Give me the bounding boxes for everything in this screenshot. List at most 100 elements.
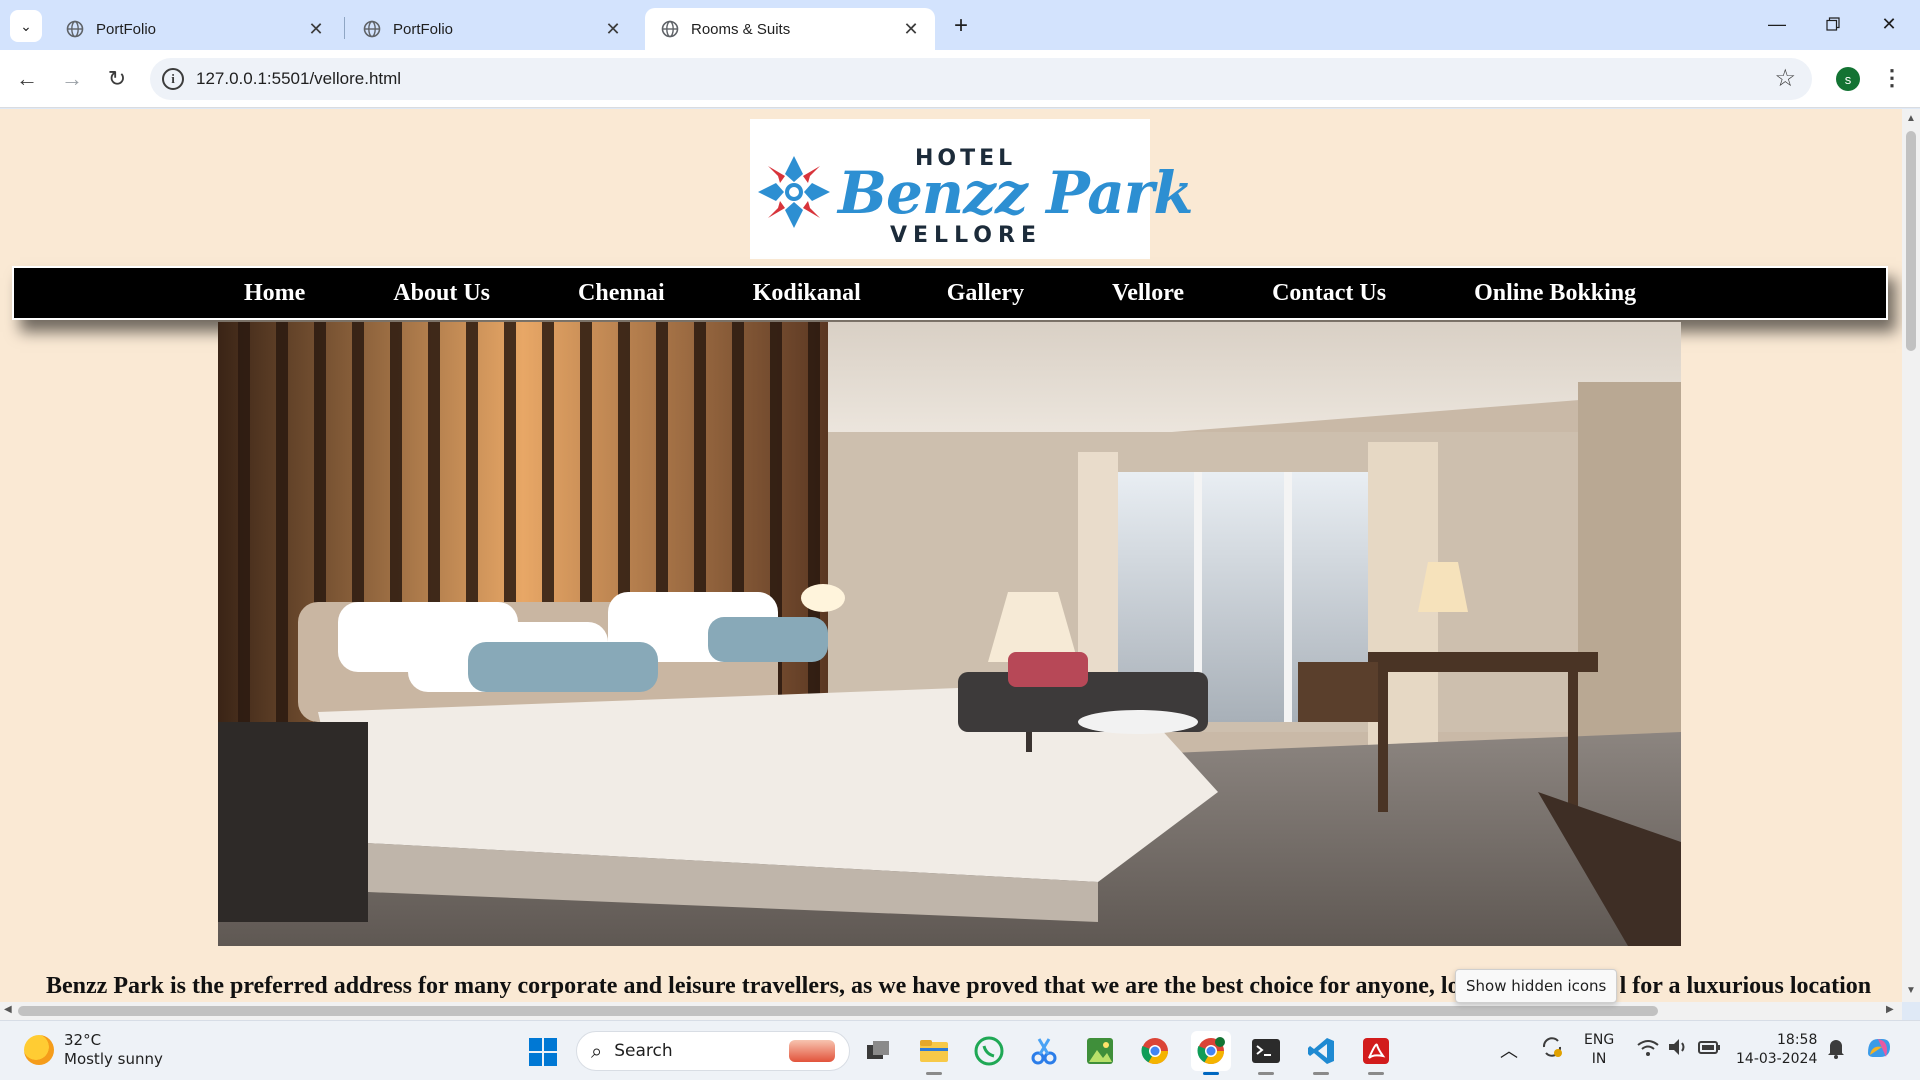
- back-button[interactable]: ←: [10, 62, 44, 96]
- globe-icon: [363, 20, 381, 38]
- forward-button[interactable]: →: [55, 62, 89, 96]
- running-indicator: [1258, 1072, 1274, 1075]
- globe-icon: [66, 20, 84, 38]
- sync-icon[interactable]: [1540, 1035, 1564, 1063]
- scroll-down-icon[interactable]: ▼: [1906, 985, 1916, 996]
- volume-icon[interactable]: [1667, 1037, 1689, 1061]
- chrome-profile-icon[interactable]: [1191, 1031, 1231, 1075]
- language-indicator[interactable]: ENG IN: [1584, 1031, 1614, 1069]
- close-icon: ✕: [1881, 13, 1897, 34]
- tab-label: PortFolio: [96, 20, 157, 38]
- nav-chennai[interactable]: Chennai: [578, 280, 665, 307]
- scroll-up-icon[interactable]: ▲: [1906, 113, 1916, 124]
- chevron-down-icon: ⌄: [20, 17, 32, 34]
- browser-tabstrip: ⌄ PortFolio ✕ PortFolio ✕ Rooms & Suits …: [0, 0, 1920, 50]
- url-text[interactable]: 127.0.0.1:5501/vellore.html: [196, 69, 401, 89]
- running-indicator: [1313, 1072, 1329, 1075]
- clock[interactable]: 18:58 14-03-2024: [1736, 1031, 1817, 1069]
- region-code: IN: [1591, 1051, 1607, 1067]
- scrollbar-thumb[interactable]: [18, 1006, 1658, 1016]
- address-bar[interactable]: i 127.0.0.1:5501/vellore.html ☆: [150, 58, 1812, 100]
- intro-text: Benzz Park is the preferred address for …: [46, 973, 1460, 999]
- clock-time: 18:58: [1777, 1032, 1818, 1048]
- nav-about-us[interactable]: About Us: [393, 280, 490, 307]
- scroll-left-icon[interactable]: ◀: [4, 1004, 12, 1015]
- globe-icon: [661, 20, 679, 38]
- notification-bell-icon[interactable]: [1826, 1037, 1846, 1063]
- search-placeholder: Search: [614, 1041, 673, 1061]
- restore-button[interactable]: [1806, 8, 1860, 40]
- restore-icon: [1826, 17, 1840, 31]
- tab-portfolio-2[interactable]: PortFolio ✕: [347, 8, 637, 50]
- scroll-right-icon[interactable]: ▶: [1886, 1004, 1894, 1015]
- clock-date: 14-03-2024: [1736, 1051, 1818, 1067]
- close-window-button[interactable]: ✕: [1862, 8, 1916, 40]
- running-indicator: [1368, 1072, 1384, 1075]
- windows-taskbar: 32°C Mostly sunny ⌕ Search ︿ ENG IN 18:5…: [0, 1020, 1920, 1080]
- nav-kodikanal[interactable]: Kodikanal: [753, 280, 861, 307]
- hotel-room-image: [218, 322, 1681, 946]
- bookmark-star-icon[interactable]: ☆: [1774, 64, 1796, 93]
- snowflake-emblem-icon: [758, 156, 830, 228]
- site-navbar: Home About Us Chennai Kodikanal Gallery …: [12, 266, 1888, 320]
- running-indicator: [926, 1072, 942, 1075]
- logo-brand-text: Benzz Park: [838, 159, 1194, 227]
- new-tab-button[interactable]: +: [946, 12, 976, 42]
- active-indicator: [1203, 1072, 1219, 1075]
- horizontal-scrollbar[interactable]: ◀ ▶: [0, 1002, 1902, 1020]
- search-icon: ⌕: [591, 1039, 603, 1063]
- intro-text-tail: l for a luxurious location: [1619, 973, 1872, 999]
- chevron-up-icon[interactable]: ︿: [1500, 1037, 1518, 1063]
- tab-search-button[interactable]: ⌄: [10, 10, 42, 42]
- tab-label: Rooms & Suits: [691, 20, 791, 38]
- task-view-icon[interactable]: [858, 1031, 898, 1071]
- nav-vellore[interactable]: Vellore: [1112, 280, 1184, 307]
- logo-city-text: VELLORE: [890, 223, 1042, 248]
- minimize-icon: —: [1768, 13, 1786, 34]
- nav-online-booking[interactable]: Online Bokking: [1474, 280, 1636, 307]
- sun-icon: [24, 1035, 54, 1065]
- minimize-button[interactable]: —: [1750, 8, 1804, 40]
- arrow-right-icon: →: [61, 66, 83, 91]
- windows-start-icon[interactable]: [528, 1037, 558, 1067]
- menu-kebab-icon[interactable]: ⋮: [1880, 64, 1904, 94]
- acrobat-icon[interactable]: [1356, 1031, 1396, 1075]
- profile-avatar[interactable]: s: [1836, 67, 1860, 91]
- snipping-tool-icon[interactable]: [1024, 1031, 1064, 1071]
- reload-button[interactable]: ↻: [100, 62, 134, 96]
- nav-gallery[interactable]: Gallery: [947, 280, 1024, 307]
- close-icon[interactable]: ✕: [901, 19, 921, 40]
- vertical-scrollbar[interactable]: ▲ ▼: [1902, 109, 1920, 1002]
- photos-icon[interactable]: [1080, 1031, 1120, 1071]
- language-code: ENG: [1584, 1032, 1615, 1048]
- whatsapp-icon[interactable]: [969, 1031, 1009, 1071]
- site-info-icon[interactable]: i: [162, 68, 184, 90]
- hotel-logo[interactable]: HOTEL Benzz Park VELLORE: [750, 119, 1194, 259]
- tab-separator: [344, 17, 345, 39]
- taskbar-search[interactable]: ⌕ Search: [576, 1031, 850, 1071]
- arrow-left-icon: ←: [16, 66, 38, 91]
- scrollbar-thumb[interactable]: [1906, 131, 1916, 351]
- close-icon[interactable]: ✕: [306, 19, 326, 40]
- nav-contact-us[interactable]: Contact Us: [1272, 280, 1386, 307]
- close-icon[interactable]: ✕: [603, 19, 623, 40]
- vscode-icon[interactable]: [1301, 1031, 1341, 1075]
- wifi-icon[interactable]: [1637, 1039, 1659, 1061]
- battery-icon[interactable]: [1697, 1037, 1721, 1061]
- tab-label: PortFolio: [393, 20, 454, 38]
- chrome-icon[interactable]: [1135, 1031, 1175, 1071]
- weather-desc: Mostly sunny: [64, 1050, 163, 1068]
- reload-icon: ↻: [107, 66, 127, 91]
- terminal-icon[interactable]: [1246, 1031, 1286, 1075]
- page-viewport: HOTEL Benzz Park VELLORE Home About Us C…: [0, 109, 1902, 1002]
- weather-widget[interactable]: 32°C Mostly sunny: [24, 1031, 163, 1069]
- search-highlight-image: [789, 1040, 835, 1062]
- browser-toolbar: ← → ↻ i 127.0.0.1:5501/vellore.html ☆ s …: [0, 50, 1920, 108]
- nav-home[interactable]: Home: [244, 280, 305, 307]
- weather-temp: 32°C: [64, 1031, 102, 1049]
- file-explorer-icon[interactable]: [914, 1031, 954, 1075]
- show-hidden-icons-tooltip: Show hidden icons: [1455, 969, 1618, 1003]
- tab-rooms-suits[interactable]: Rooms & Suits ✕: [645, 8, 935, 50]
- copilot-icon[interactable]: [1864, 1033, 1894, 1067]
- tab-portfolio-1[interactable]: PortFolio ✕: [50, 8, 340, 50]
